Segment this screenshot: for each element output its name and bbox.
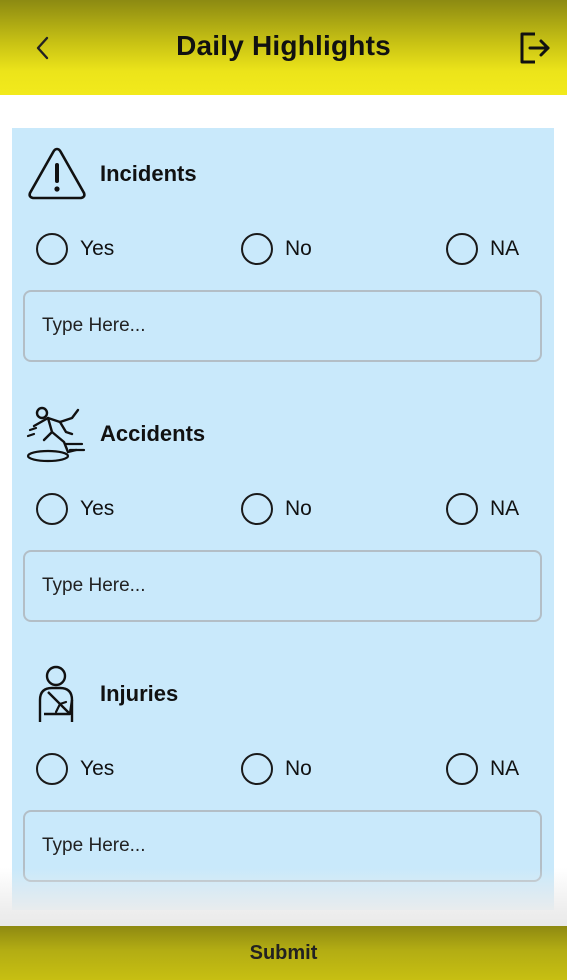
injuries-section: Injuries Yes No NA Type Here...	[12, 648, 554, 888]
submit-button[interactable]: Submit	[0, 926, 567, 980]
radio-label: No	[285, 237, 312, 260]
accidents-na-radio[interactable]: NA	[446, 492, 519, 526]
injuries-no-radio[interactable]: No	[241, 752, 312, 786]
incidents-na-radio[interactable]: NA	[446, 232, 519, 266]
radio-circle	[446, 493, 478, 525]
accidents-radio-group: Yes No NA	[36, 492, 536, 526]
radio-label: Yes	[80, 497, 115, 520]
injuries-radio-group: Yes No NA	[36, 752, 536, 786]
section-header: Incidents	[26, 144, 197, 204]
section-title: Injuries	[100, 681, 179, 706]
accidents-section: Accidents Yes No NA Type Here...	[12, 388, 554, 628]
radio-circle	[36, 233, 68, 265]
radio-circle	[36, 493, 68, 525]
radio-circle	[446, 233, 478, 265]
arm-sling-icon	[26, 664, 88, 724]
radio-circle	[446, 753, 478, 785]
accidents-yes-radio[interactable]: Yes	[36, 492, 114, 526]
injuries-na-radio[interactable]: NA	[446, 752, 519, 786]
highlights-form: Incidents Yes No NA Type Here... Acciden…	[12, 128, 554, 910]
radio-circle	[36, 753, 68, 785]
radio-label: No	[285, 497, 312, 520]
incidents-yes-radio[interactable]: Yes	[36, 232, 114, 266]
radio-label: No	[285, 757, 312, 780]
app-header: Daily Highlights	[0, 0, 567, 95]
injuries-yes-radio[interactable]: Yes	[36, 752, 114, 786]
radio-circle	[241, 493, 273, 525]
injuries-text-input[interactable]: Type Here...	[23, 810, 542, 882]
radio-label: NA	[490, 757, 520, 780]
radio-circle	[241, 233, 273, 265]
accidents-text-input[interactable]: Type Here...	[23, 550, 542, 622]
radio-label: Yes	[80, 757, 115, 780]
warning-icon	[26, 144, 88, 204]
radio-label: NA	[490, 237, 520, 260]
input-placeholder: Type Here...	[42, 835, 146, 856]
section-title: Accidents	[100, 421, 206, 446]
section-header: Injuries	[26, 664, 178, 724]
logout-icon	[520, 32, 550, 64]
incidents-text-input[interactable]: Type Here...	[23, 290, 542, 362]
input-placeholder: Type Here...	[42, 315, 146, 336]
logout-button[interactable]	[515, 28, 555, 68]
incidents-section: Incidents Yes No NA Type Here...	[12, 128, 554, 368]
section-title: Incidents	[100, 161, 197, 186]
radio-label: Yes	[80, 237, 115, 260]
daily-highlights-screen: Daily Highlights Incidents Yes No NA Typ…	[0, 0, 567, 980]
accidents-no-radio[interactable]: No	[241, 492, 312, 526]
incidents-radio-group: Yes No NA	[36, 232, 536, 266]
slip-fall-icon	[26, 404, 88, 464]
radio-label: NA	[490, 497, 520, 520]
section-header: Accidents	[26, 404, 205, 464]
radio-circle	[241, 753, 273, 785]
submit-label: Submit	[249, 941, 318, 964]
input-placeholder: Type Here...	[42, 575, 146, 596]
page-title: Daily Highlights	[176, 30, 391, 61]
incidents-no-radio[interactable]: No	[241, 232, 312, 266]
